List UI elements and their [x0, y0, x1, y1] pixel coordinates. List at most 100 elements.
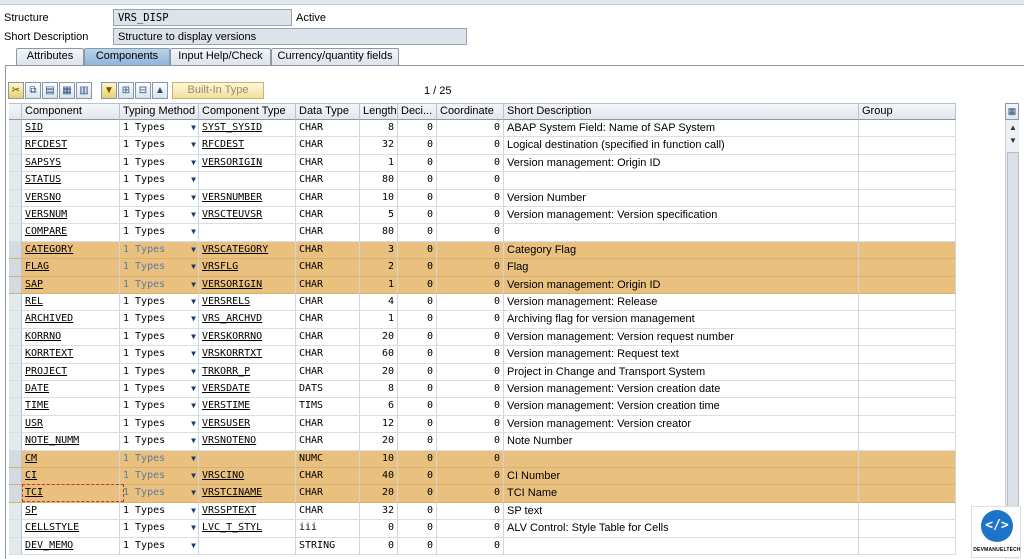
cell-coordinate[interactable]: 0 [437, 363, 504, 381]
cell-typing-method[interactable]: 1 Types ▼ [120, 520, 199, 538]
row-selector[interactable] [9, 241, 22, 260]
scroll-down-icon[interactable]: ▼ [1007, 136, 1019, 148]
row-selector[interactable] [9, 433, 22, 451]
cell-coordinate[interactable]: 0 [437, 398, 504, 416]
cell-component-type[interactable]: SYST_SYSID [199, 120, 296, 138]
dropdown-arrow-icon[interactable]: ▼ [191, 207, 196, 223]
cell-component-type[interactable]: VRSKORRTXT [199, 346, 296, 364]
cell-group[interactable] [859, 241, 956, 260]
cell-coordinate[interactable]: 0 [437, 294, 504, 312]
cell-group[interactable] [859, 485, 956, 503]
table-row[interactable]: SID 1 Types ▼ SYST_SYSID CHAR 8 0 0 ABAP System … [9, 120, 956, 138]
dropdown-arrow-icon[interactable]: ▼ [191, 364, 196, 380]
dropdown-arrow-icon[interactable]: ▼ [191, 120, 196, 136]
cell-length[interactable]: 60 [360, 346, 398, 364]
cell-group[interactable] [859, 311, 956, 329]
cell-component[interactable]: SP [22, 502, 120, 521]
cell-short-description[interactable]: Version management: Version creation dat… [504, 381, 859, 399]
cell-component[interactable]: KORRTEXT [22, 346, 120, 364]
cell-data-type[interactable]: CHAR [296, 328, 360, 347]
cell-typing-method[interactable]: 1 Types ▼ [120, 207, 199, 225]
cell-short-description[interactable]: Version Number [504, 189, 859, 207]
col-component-type[interactable]: Component Type [199, 103, 296, 120]
dropdown-arrow-icon[interactable]: ▼ [191, 433, 196, 449]
cell-decimals[interactable]: 0 [398, 537, 437, 555]
cell-coordinate[interactable]: 0 [437, 207, 504, 225]
col-typing-method[interactable]: Typing Method [120, 103, 199, 120]
cell-component[interactable]: TIME [22, 398, 120, 416]
dropdown-arrow-icon[interactable]: ▼ [191, 416, 196, 432]
row-selector[interactable] [9, 224, 22, 242]
cell-data-type[interactable]: CHAR [296, 241, 360, 260]
cell-typing-method[interactable]: 1 Types ▼ [120, 276, 199, 294]
cell-short-description[interactable]: Version management: Version creator [504, 415, 859, 434]
cell-decimals[interactable]: 0 [398, 328, 437, 347]
dropdown-arrow-icon[interactable]: ▼ [191, 485, 196, 501]
cell-coordinate[interactable]: 0 [437, 468, 504, 486]
cell-component[interactable]: NOTE_NUMM [22, 433, 120, 451]
paste-icon[interactable]: ▤ [42, 82, 58, 99]
cell-group[interactable] [859, 450, 956, 468]
scroll-thumb[interactable] [1007, 152, 1019, 552]
cell-data-type[interactable]: CHAR [296, 172, 360, 190]
cell-group[interactable] [859, 259, 956, 277]
cell-component[interactable]: RFCDEST [22, 137, 120, 155]
table-row[interactable]: VERSNO 1 Types ▼ VERSNUMBER CHAR 10 0 0 Version … [9, 189, 956, 207]
row-selector[interactable] [9, 346, 22, 364]
cell-typing-method[interactable]: 1 Types ▼ [120, 450, 199, 468]
cell-decimals[interactable]: 0 [398, 311, 437, 329]
cell-typing-method[interactable]: 1 Types ▼ [120, 433, 199, 451]
cell-typing-method[interactable]: 1 Types ▼ [120, 415, 199, 434]
tab-input-help-check[interactable]: Input Help/Check [170, 48, 271, 65]
cell-coordinate[interactable]: 0 [437, 328, 504, 347]
cell-component[interactable]: DATE [22, 381, 120, 399]
cell-data-type[interactable]: CHAR [296, 311, 360, 329]
cell-component[interactable]: VERSNO [22, 189, 120, 207]
cell-data-type[interactable]: CHAR [296, 120, 360, 138]
cell-typing-method[interactable]: 1 Types ▼ [120, 172, 199, 190]
table-row[interactable]: CI 1 Types ▼ VRSCINO CHAR 40 0 0 CI Number [9, 468, 956, 486]
cell-length[interactable]: 20 [360, 433, 398, 451]
cell-typing-method[interactable]: 1 Types ▼ [120, 294, 199, 312]
cell-length[interactable]: 2 [360, 259, 398, 277]
col-group[interactable]: Group [859, 103, 956, 120]
row-selector[interactable] [9, 415, 22, 434]
tab-components[interactable]: Components [84, 48, 170, 65]
row-selector[interactable] [9, 468, 22, 486]
dropdown-arrow-icon[interactable]: ▼ [191, 329, 196, 345]
cell-group[interactable] [859, 346, 956, 364]
cell-typing-method[interactable]: 1 Types ▼ [120, 328, 199, 347]
tab-attributes[interactable]: Attributes [16, 48, 84, 65]
cell-component-type[interactable]: VERSDATE [199, 381, 296, 399]
table-row[interactable]: DEV_MEMO 1 Types ▼ STRING 0 0 0 [9, 537, 956, 555]
cell-coordinate[interactable]: 0 [437, 241, 504, 260]
cell-length[interactable]: 1 [360, 276, 398, 294]
prev-page-icon[interactable]: ⊟ [135, 82, 151, 99]
table-row[interactable]: SP 1 Types ▼ VRSSPTEXT CHAR 32 0 0 SP text [9, 502, 956, 521]
cell-typing-method[interactable]: 1 Types ▼ [120, 468, 199, 486]
dropdown-arrow-icon[interactable]: ▼ [191, 381, 196, 397]
cell-typing-method[interactable]: 1 Types ▼ [120, 137, 199, 155]
cell-length[interactable]: 80 [360, 172, 398, 190]
cell-component-type[interactable]: VERSUSER [199, 415, 296, 434]
cell-short-description[interactable] [504, 450, 859, 468]
row-selector[interactable] [9, 276, 22, 294]
cell-component-type[interactable]: VRSNOTENO [199, 433, 296, 451]
cell-typing-method[interactable]: 1 Types ▼ [120, 259, 199, 277]
cell-component[interactable]: REL [22, 294, 120, 312]
cell-decimals[interactable]: 0 [398, 415, 437, 434]
table-row[interactable]: FLAG 1 Types ▼ VRSFLG CHAR 2 0 0 Flag [9, 259, 956, 277]
cell-coordinate[interactable]: 0 [437, 485, 504, 503]
cell-short-description[interactable]: CI Number [504, 468, 859, 486]
cell-typing-method[interactable]: 1 Types ▼ [120, 398, 199, 416]
cell-short-description[interactable] [504, 537, 859, 555]
cell-decimals[interactable]: 0 [398, 468, 437, 486]
cell-group[interactable] [859, 415, 956, 434]
dropdown-arrow-icon[interactable]: ▼ [191, 294, 196, 310]
cell-group[interactable] [859, 207, 956, 225]
cell-coordinate[interactable]: 0 [437, 172, 504, 190]
cell-group[interactable] [859, 189, 956, 207]
table-row[interactable]: ARCHIVED 1 Types ▼ VRS_ARCHVD CHAR 1 0 0 Archivi… [9, 311, 956, 329]
row-selector[interactable] [9, 450, 22, 468]
cell-decimals[interactable]: 0 [398, 294, 437, 312]
